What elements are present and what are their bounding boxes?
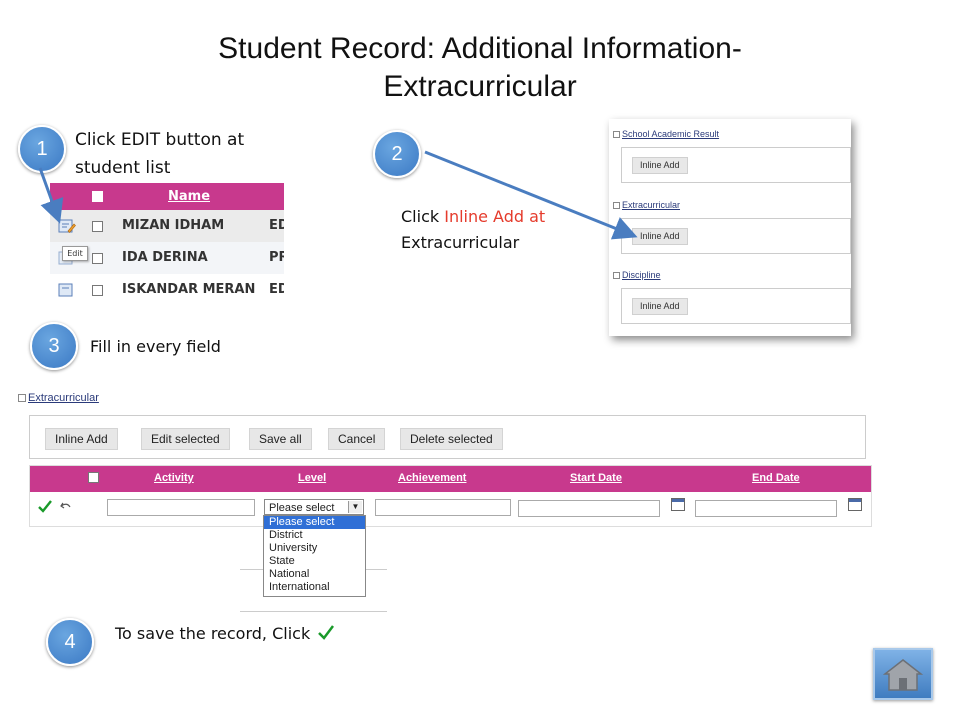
student-row[interactable]: MIZAN IDHAM ED: [50, 210, 284, 242]
start-date-input[interactable]: [518, 500, 660, 517]
name-column-header[interactable]: Name: [168, 189, 210, 204]
level-option[interactable]: International: [264, 581, 365, 594]
achievement-input[interactable]: [375, 499, 511, 516]
check-icon: [318, 625, 335, 640]
slide-title: Student Record: Additional Information- …: [0, 30, 960, 106]
check-icon[interactable]: [38, 500, 52, 513]
row-checkbox[interactable]: [92, 285, 103, 296]
divider: [240, 611, 387, 612]
level-option[interactable]: State: [264, 555, 365, 568]
row-checkbox[interactable]: [92, 253, 103, 264]
step-3-badge: 3: [30, 322, 78, 370]
row-checkbox[interactable]: [92, 221, 103, 232]
select-all-checkbox[interactable]: [88, 472, 99, 483]
edit-selected-button[interactable]: Edit selected: [141, 428, 230, 450]
level-option[interactable]: District: [264, 529, 365, 542]
step-3-text: Fill in every field: [90, 337, 221, 356]
section-title[interactable]: School Academic Result: [613, 129, 719, 139]
step-4-text: To save the record, Click: [115, 620, 335, 648]
step-2-text: Click Inline Add at Extracurricular: [401, 204, 545, 256]
sections-panel: School Academic Result Inline Add Extrac…: [609, 119, 851, 336]
section-box: Inline Add: [621, 147, 851, 183]
inline-add-button[interactable]: Inline Add: [45, 428, 118, 450]
section-title[interactable]: Extracurricular: [613, 200, 680, 210]
extracurricular-grid: Activity Level Achievement Start Date En…: [29, 465, 872, 527]
title-line-1: Student Record: Additional Information-: [218, 32, 742, 65]
extracurricular-section-title[interactable]: Extracurricular: [18, 392, 99, 404]
step-2-badge: 2: [373, 130, 421, 178]
step-4-badge: 4: [46, 618, 94, 666]
collapse-icon[interactable]: [613, 131, 620, 139]
section-box: Inline Add: [621, 288, 851, 324]
student-name: IDA DERINA: [122, 250, 208, 265]
chevron-down-icon[interactable]: ▼: [348, 501, 362, 513]
level-option[interactable]: National: [264, 568, 365, 581]
student-name: MIZAN IDHAM: [122, 218, 225, 233]
calendar-icon[interactable]: [671, 498, 685, 511]
step-1-line-1: Click EDIT button at: [75, 130, 245, 150]
achievement-column-header[interactable]: Achievement: [398, 472, 466, 484]
home-button[interactable]: [873, 648, 933, 700]
step-1-text: Click EDIT button at student list: [75, 126, 244, 182]
step-2-prefix: Click: [401, 207, 445, 226]
grid-toolbar: Inline Add Edit selected Save all Cancel…: [29, 415, 866, 459]
level-select[interactable]: Please select ▼: [264, 499, 364, 515]
select-all-checkbox[interactable]: [92, 191, 103, 202]
edit-tooltip: Edit: [62, 246, 88, 261]
level-dropdown-list: Please select District University State …: [263, 515, 366, 597]
student-list-snippet: Name MIZAN IDHAM ED Edit IDA DERINA PR I…: [50, 183, 284, 300]
grid-header: Activity Level Achievement Start Date En…: [30, 466, 871, 492]
level-option[interactable]: University: [264, 542, 365, 555]
collapse-icon[interactable]: [18, 394, 26, 403]
collapse-icon[interactable]: [613, 202, 620, 210]
title-line-2: Extracurricular: [383, 70, 577, 103]
student-list-header: Name: [50, 183, 284, 210]
undo-icon[interactable]: [60, 501, 72, 511]
inline-add-button[interactable]: Inline Add: [632, 298, 688, 315]
end-date-input[interactable]: [695, 500, 837, 517]
cancel-button[interactable]: Cancel: [328, 428, 386, 450]
section-box: Inline Add: [621, 218, 851, 254]
start-date-column-header[interactable]: Start Date: [570, 472, 622, 484]
collapse-icon[interactable]: [613, 272, 620, 280]
inline-add-button[interactable]: Inline Add: [632, 157, 688, 174]
step-1-badge: 1: [18, 125, 66, 173]
step-4-label: To save the record, Click: [115, 624, 311, 643]
calendar-icon[interactable]: [848, 498, 862, 511]
save-all-button[interactable]: Save all: [249, 428, 312, 450]
student-extra: ED: [269, 282, 284, 297]
student-extra: PR: [269, 250, 284, 265]
end-date-column-header[interactable]: End Date: [752, 472, 800, 484]
student-row[interactable]: ISKANDAR MERAN ED: [50, 274, 284, 300]
step-1-line-2: student list: [75, 158, 171, 178]
level-column-header[interactable]: Level: [298, 472, 326, 484]
edit-icon[interactable]: [58, 282, 76, 298]
home-icon: [882, 659, 924, 691]
inline-add-button[interactable]: Inline Add: [632, 228, 688, 245]
delete-selected-button[interactable]: Delete selected: [400, 428, 503, 450]
student-extra: ED: [269, 218, 284, 233]
activity-input[interactable]: [107, 499, 255, 516]
level-option[interactable]: Please select: [264, 516, 365, 529]
edit-icon[interactable]: [58, 218, 76, 234]
step-2-highlight: Inline Add at: [444, 207, 546, 226]
section-title[interactable]: Discipline: [613, 270, 661, 280]
student-row[interactable]: Edit IDA DERINA PR: [50, 242, 284, 274]
step-2-line-2: Extracurricular: [401, 233, 520, 252]
activity-column-header[interactable]: Activity: [154, 472, 194, 484]
student-name: ISKANDAR MERAN: [122, 282, 256, 297]
